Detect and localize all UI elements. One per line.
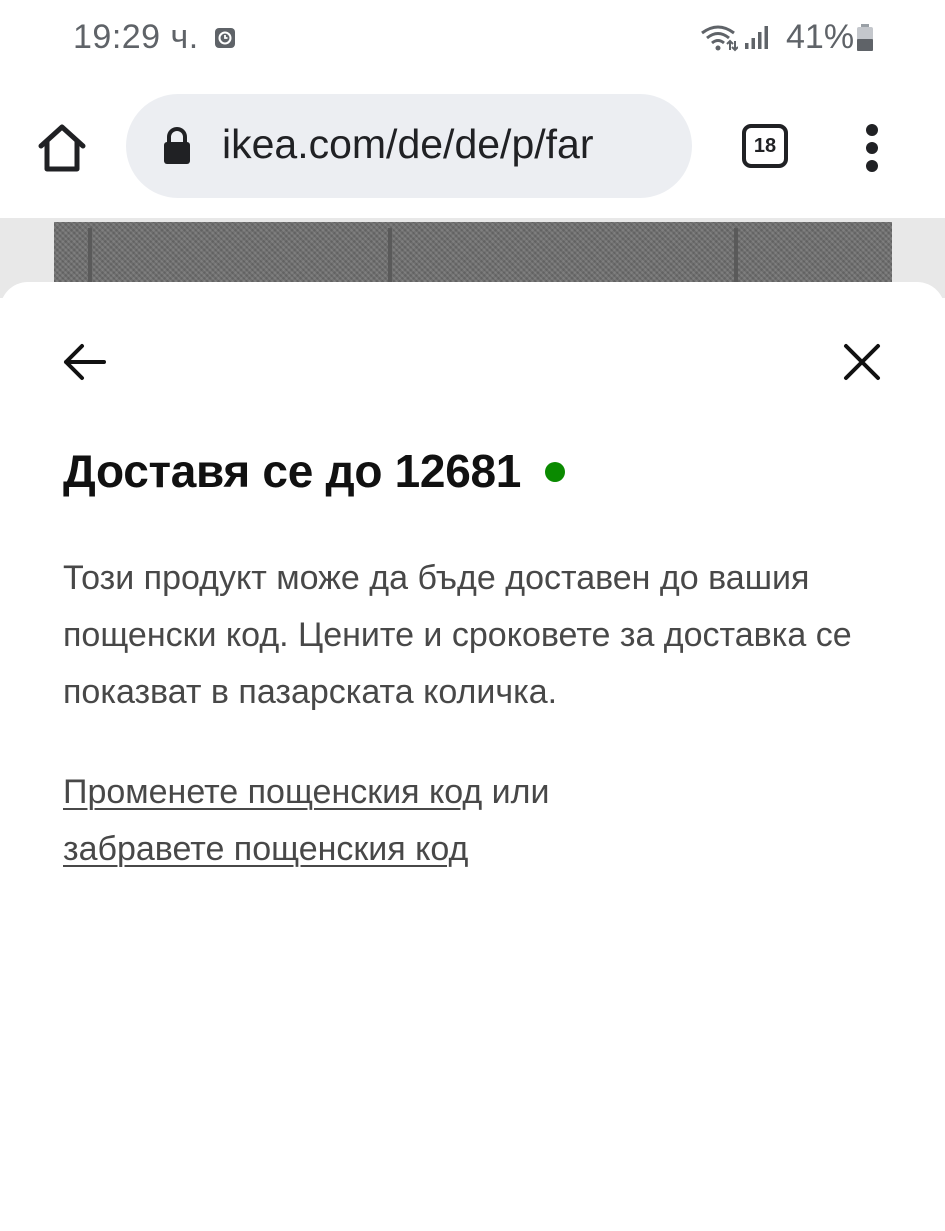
delivery-sheet: Доставя се до 12681 Този продукт може да… <box>0 282 945 1231</box>
change-postcode-link[interactable]: Променете пощенския код <box>63 773 482 811</box>
signal-icon <box>745 26 768 49</box>
tab-switcher-icon: 18 <box>742 124 788 168</box>
forget-postcode-link[interactable]: забравете пощенския код <box>63 830 468 868</box>
postcode-links: Променете пощенския код или забравете по… <box>63 764 863 878</box>
tab-switcher-button[interactable]: 18 <box>742 124 790 168</box>
battery-percent: 41% <box>786 18 855 56</box>
wifi-icon <box>701 25 738 52</box>
sheet-title: Доставя се до 12681 <box>63 445 522 497</box>
status-bar: 19:29 ч. 41% <box>0 0 945 78</box>
more-menu-icon <box>866 124 878 136</box>
clock-app-icon <box>215 28 235 48</box>
links-connector: или <box>482 773 559 811</box>
url-text: ikea.com/de/de/p/far <box>222 121 594 167</box>
more-menu-button[interactable] <box>852 120 892 176</box>
screen: 19:29 ч. 41% ikea.com/de/de/p/far 18 Дос… <box>0 0 945 1231</box>
sheet-description: Този продукт може да бъде доставен до ва… <box>63 559 852 711</box>
battery-icon <box>857 24 873 51</box>
browser-toolbar: ikea.com/de/de/p/far 18 <box>0 78 945 218</box>
address-bar[interactable]: ikea.com/de/de/p/far <box>126 94 692 198</box>
home-icon <box>38 124 86 172</box>
status-time: 19:29 ч. <box>73 18 199 56</box>
menu-dot <box>866 160 878 172</box>
home-button[interactable] <box>30 116 94 180</box>
availability-dot-icon <box>545 462 566 482</box>
tab-count: 18 <box>753 134 777 157</box>
back-arrow-icon[interactable] <box>60 338 108 386</box>
close-icon[interactable] <box>838 338 886 386</box>
sheet-title-row: Доставя се до 12681 <box>63 444 566 498</box>
menu-dot <box>866 142 878 154</box>
lock-icon <box>164 127 190 164</box>
